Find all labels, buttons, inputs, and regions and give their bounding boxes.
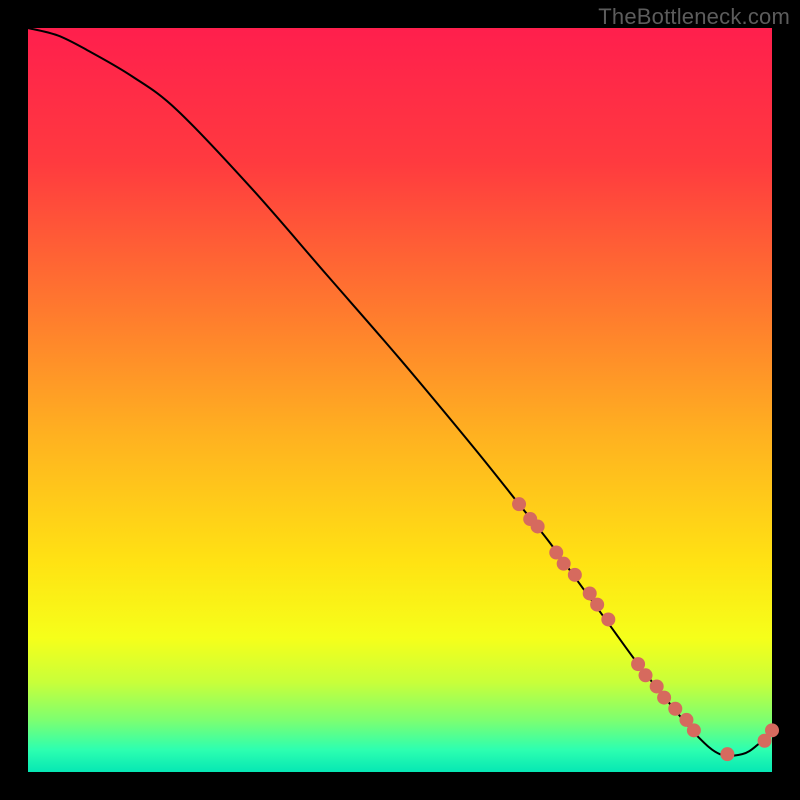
watermark-text: TheBottleneck.com bbox=[598, 4, 790, 30]
data-marker bbox=[687, 723, 701, 737]
data-marker bbox=[720, 747, 734, 761]
data-marker bbox=[657, 691, 671, 705]
data-marker bbox=[601, 612, 615, 626]
data-marker bbox=[639, 668, 653, 682]
plot-background bbox=[28, 28, 772, 772]
data-marker bbox=[557, 557, 571, 571]
data-marker bbox=[512, 497, 526, 511]
chart-frame: TheBottleneck.com bbox=[0, 0, 800, 800]
data-marker bbox=[765, 723, 779, 737]
chart-canvas bbox=[0, 0, 800, 800]
data-marker bbox=[531, 519, 545, 533]
data-marker bbox=[568, 568, 582, 582]
data-marker bbox=[590, 598, 604, 612]
data-marker bbox=[668, 702, 682, 716]
